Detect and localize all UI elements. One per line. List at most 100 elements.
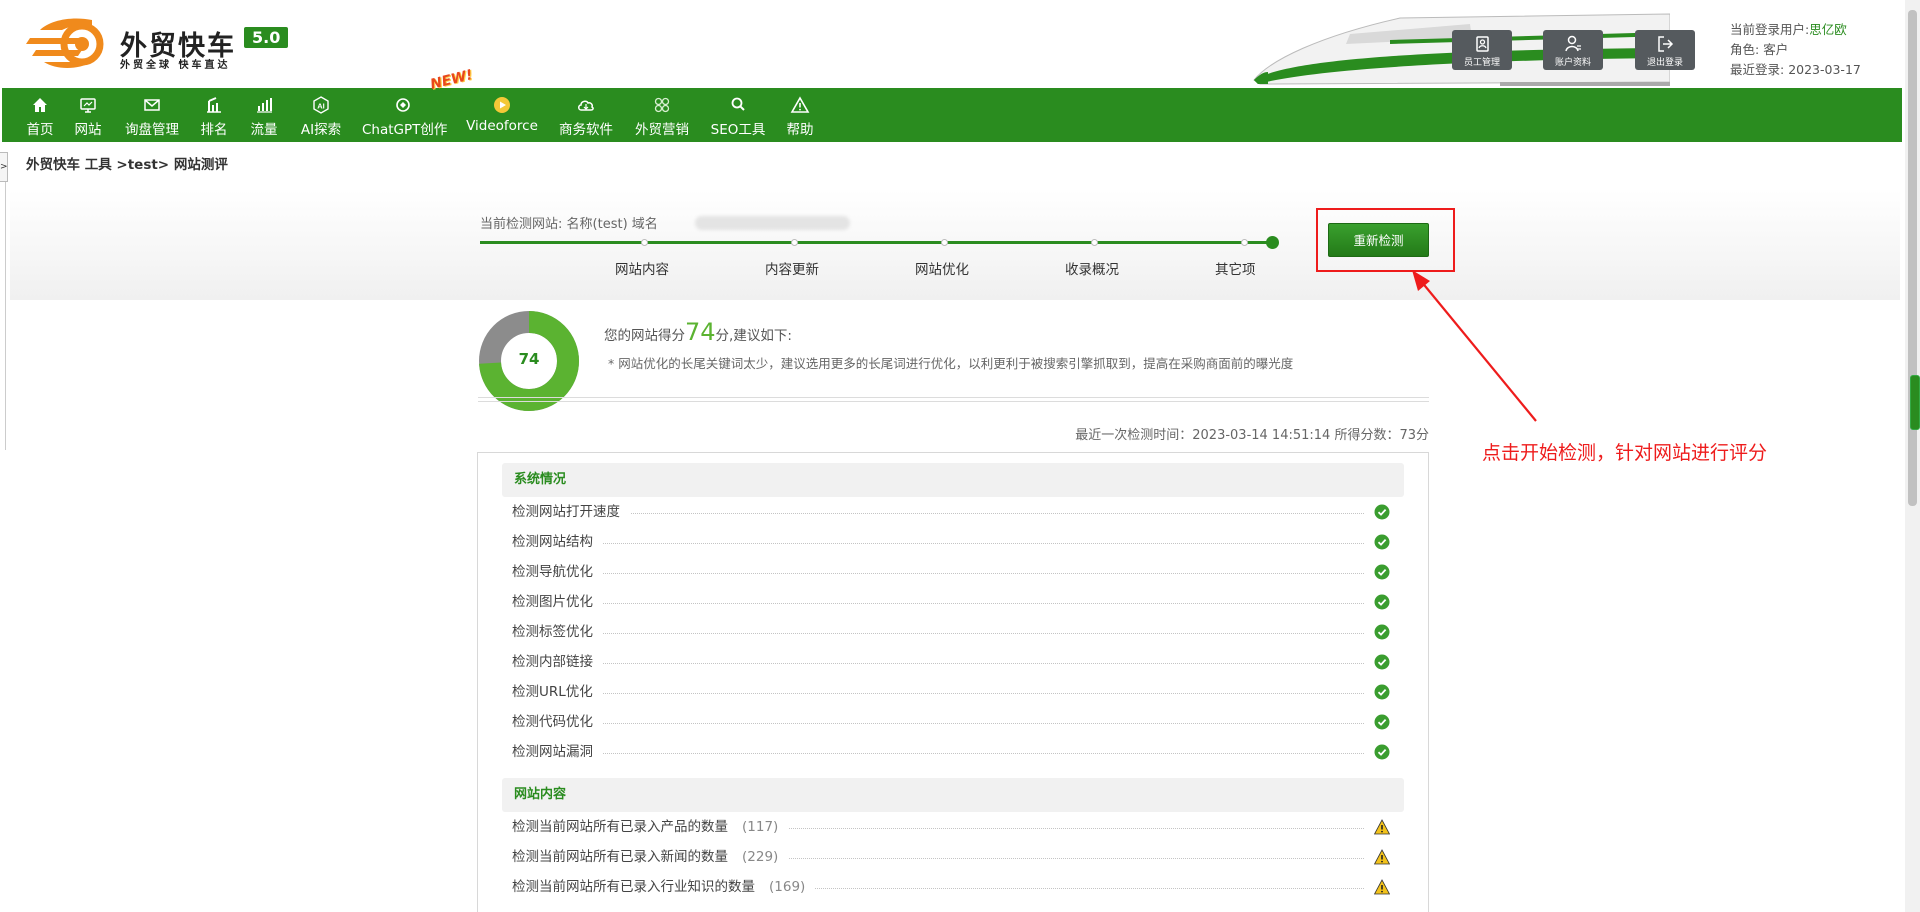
nav-label: 流量: [250, 122, 278, 138]
check-ok-icon: [1374, 534, 1390, 550]
check-count: (117): [742, 819, 779, 835]
site-name: (test): [592, 217, 628, 232]
step-website-content: 网站内容: [615, 262, 669, 278]
progress-dot: [941, 239, 948, 246]
marketing-icon: [654, 97, 670, 113]
nav-item-videoforce[interactable]: Videoforce: [464, 88, 540, 142]
score-donut-value: 74: [518, 350, 540, 368]
nav-item-ranking[interactable]: 排名: [198, 88, 230, 142]
check-row: 检测当前网站所有已录入产品的数量 (117): [512, 817, 1390, 837]
current-site: 当前检测网站: 名称(test) 域名: [480, 213, 658, 232]
score-prefix: 您的网站得分: [604, 328, 685, 344]
check-ok-icon: [1374, 654, 1390, 670]
site-domain-redacted: [695, 216, 850, 230]
nav-item-ai[interactable]: AI AI探索: [300, 88, 342, 142]
warning-icon: [1374, 879, 1390, 895]
nav-label: 排名: [200, 122, 228, 138]
header: 外贸快车 5.0 外贸全球 快车直达 员工管理 账户资料 退出登录 当前登录用户…: [0, 0, 1905, 88]
nav-item-business-software[interactable]: 商务软件: [558, 88, 614, 142]
progress-dot: [791, 239, 798, 246]
monitor-icon: [80, 98, 96, 113]
progress-line: [480, 241, 1272, 244]
video-icon: [494, 97, 510, 113]
nav-item-traffic[interactable]: 流量: [248, 88, 280, 142]
check-label: 检测网站打开速度: [512, 502, 630, 522]
recheck-button[interactable]: 重新检测: [1328, 223, 1429, 257]
staff-management-button[interactable]: 员工管理: [1452, 30, 1512, 70]
annotation-text: 点击开始检测，针对网站进行评分: [1482, 442, 1768, 464]
scrollbar-thumb[interactable]: [1908, 10, 1917, 506]
logout-button[interactable]: 退出登录: [1635, 30, 1695, 70]
account-icon: [1565, 35, 1581, 52]
step-website-optimization: 网站优化: [915, 262, 969, 278]
check-row: 检测标签优化: [512, 622, 1390, 642]
nav-item-seo-tools[interactable]: SEO工具: [710, 88, 766, 142]
warning-icon: [1374, 819, 1390, 835]
account-info-label: 账户资料: [1554, 58, 1591, 68]
nav-label: 首页: [26, 122, 54, 138]
check-row: 检测内部链接: [512, 652, 1390, 672]
ai-icon: AI: [313, 96, 329, 114]
check-label: 检测URL优化: [512, 682, 603, 702]
nav-label: Videoforce: [466, 118, 538, 134]
ranking-icon: [207, 97, 221, 113]
nav-item-inquiry[interactable]: 询盘管理: [124, 88, 180, 142]
check-label: 检测图片优化: [512, 592, 603, 612]
check-ok-icon: [1374, 714, 1390, 730]
role-value: 客户: [1763, 42, 1789, 57]
logout-label: 退出登录: [1646, 58, 1683, 68]
nav-label: 外贸营销: [635, 122, 689, 138]
check-row: 检测导航优化: [512, 562, 1390, 582]
sidebar-toggle[interactable]: >: [0, 152, 8, 182]
logo-icon[interactable]: [22, 16, 112, 70]
check-label: 检测代码优化: [512, 712, 603, 732]
check-row: 检测代码优化: [512, 712, 1390, 732]
check-row: 检测图片优化: [512, 592, 1390, 612]
nav-label: SEO工具: [710, 122, 766, 138]
logout-icon: [1658, 36, 1674, 52]
check-label: 检测标签优化: [512, 622, 603, 642]
main-nav: 首页 网站 询盘管理 排名 流量 AI AI探索 ChatGPT创作 Video…: [2, 88, 1902, 142]
nav-label: 商务软件: [559, 122, 613, 138]
breadcrumb[interactable]: 外贸快车 工具 >test> 网站测评: [26, 153, 228, 173]
nav-item-marketing[interactable]: 外贸营销: [634, 88, 690, 142]
progress-end-dot: [1266, 236, 1279, 249]
svg-text:AI: AI: [317, 102, 325, 111]
step-content-update: 内容更新: [765, 262, 819, 278]
check-ok-icon: [1374, 594, 1390, 610]
score-value: 74: [685, 318, 716, 346]
check-label: 检测当前网站所有已录入行业知识的数量 (169): [512, 877, 816, 897]
progress-dot: [641, 239, 648, 246]
site-name-label: 名称: [566, 217, 593, 232]
progress-dot: [1091, 239, 1098, 246]
check-row: 检测URL优化: [512, 682, 1390, 702]
login-user-name[interactable]: 思亿欧: [1809, 22, 1847, 37]
cloud-icon: [578, 100, 594, 111]
nav-item-home[interactable]: 首页: [24, 88, 56, 142]
step-index-overview: 收录概况: [1065, 262, 1119, 278]
nav-label: ChatGPT创作: [362, 122, 448, 138]
check-row: 检测当前网站所有已录入行业知识的数量 (169): [512, 877, 1390, 897]
floating-side-handle[interactable]: [1910, 375, 1920, 430]
last-login-label: 最近登录:: [1730, 62, 1785, 77]
account-info-button[interactable]: 账户资料: [1543, 30, 1603, 70]
check-label: 检测网站漏洞: [512, 742, 603, 762]
staff-icon: [1476, 36, 1489, 52]
section-header-system: 系统情况: [502, 463, 1404, 497]
divider: [478, 397, 1429, 398]
check-count: (169): [769, 879, 806, 895]
mail-icon: [144, 99, 160, 111]
annotation-arrow: [1412, 270, 1537, 422]
check-row: 检测网站漏洞: [512, 742, 1390, 762]
score-suggestion: * 网站优化的长尾关键词太少，建议选用更多的长尾词进行优化，以利更利于被搜索引擎…: [608, 356, 1294, 371]
check-label: 检测导航优化: [512, 562, 603, 582]
check-ok-icon: [1374, 684, 1390, 700]
nav-item-website[interactable]: 网站: [72, 88, 104, 142]
nav-item-help[interactable]: 帮助: [784, 88, 816, 142]
last-login-value: 2023-03-17: [1788, 62, 1861, 77]
nav-item-chatgpt[interactable]: ChatGPT创作: [362, 88, 448, 142]
check-count: (229): [742, 849, 779, 865]
search-icon: [731, 97, 745, 111]
progress-dot: [1241, 239, 1248, 246]
section-header-content: 网站内容: [502, 778, 1404, 812]
